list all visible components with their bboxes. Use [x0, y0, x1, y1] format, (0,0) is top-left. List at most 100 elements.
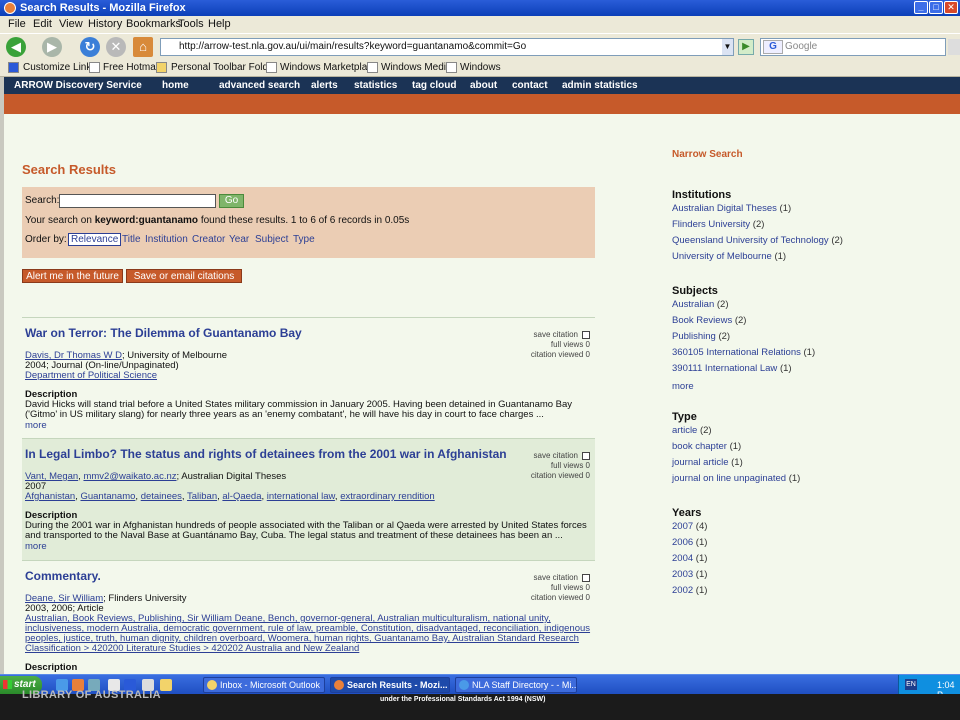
bookmark-windows-media[interactable]: Windows Media: [381, 62, 452, 73]
nav-about[interactable]: about: [470, 80, 497, 91]
result-title[interactable]: Commentary.: [25, 569, 101, 583]
subject-links[interactable]: Australian, Book Reviews, Publishing, Si…: [25, 613, 590, 654]
facet-item[interactable]: 2006 (1): [672, 537, 707, 548]
stop-icon[interactable]: ✕: [106, 37, 126, 57]
facet-item[interactable]: article (2): [672, 425, 712, 436]
order-type[interactable]: Type: [293, 234, 315, 245]
order-institution[interactable]: Institution: [145, 234, 188, 245]
bookmark-free-hotmail[interactable]: Free Hotmail: [103, 62, 160, 73]
subject-link[interactable]: Taliban: [187, 491, 217, 502]
subject-link[interactable]: international law: [267, 491, 335, 502]
home-icon[interactable]: ⌂: [133, 37, 153, 57]
minimize-button[interactable]: _: [914, 1, 928, 14]
bookmark-windows-marketplace[interactable]: Windows Marketplace: [280, 62, 378, 73]
address-bar[interactable]: http://arrow-test.nla.gov.au/ui/main/res…: [160, 38, 734, 56]
order-creator[interactable]: Creator: [192, 234, 225, 245]
chevron-down-icon[interactable]: ▼: [722, 39, 733, 55]
menu-help[interactable]: Help: [208, 18, 231, 30]
facet-item[interactable]: 360105 International Relations (1): [672, 347, 815, 358]
order-subject[interactable]: Subject: [255, 234, 288, 245]
facet-item[interactable]: 2007 (4): [672, 521, 707, 532]
menu-file[interactable]: File: [8, 18, 26, 30]
subject-link[interactable]: Department of Political Science: [25, 370, 157, 381]
task-nla-staff-directory[interactable]: NLA Staff Directory - - Mi...: [455, 677, 577, 693]
save-citation-checkbox[interactable]: [582, 573, 590, 582]
menu-bookmarks[interactable]: Bookmarks: [126, 18, 181, 30]
facet-item[interactable]: 2003 (1): [672, 569, 707, 580]
back-icon[interactable]: ◀: [6, 37, 26, 57]
facet-item[interactable]: 2004 (1): [672, 553, 707, 564]
facet-item[interactable]: journal on line unpaginated (1): [672, 473, 800, 484]
facet-item[interactable]: Queensland University of Technology (2): [672, 235, 843, 246]
bookmark-windows[interactable]: Windows: [460, 62, 501, 73]
order-title[interactable]: Title: [122, 234, 141, 245]
nav-contact[interactable]: contact: [512, 80, 548, 91]
facet-label[interactable]: journal article: [672, 457, 729, 468]
google-icon[interactable]: G: [763, 40, 783, 54]
facet-item[interactable]: 390111 International Law (1): [672, 363, 792, 374]
facet-item[interactable]: Book Reviews (2): [672, 315, 746, 326]
facet-item[interactable]: Australian Digital Theses (1): [672, 203, 791, 214]
result-title[interactable]: In Legal Limbo? The status and rights of…: [25, 447, 507, 461]
result-title[interactable]: War on Terror: The Dilemma of Guantanamo…: [25, 326, 302, 340]
facet-item[interactable]: Australian (2): [672, 299, 729, 310]
folder-icon[interactable]: [160, 679, 172, 691]
facet-label[interactable]: 390111 International Law: [672, 363, 777, 374]
facet-item[interactable]: Publishing (2): [672, 331, 730, 342]
facet-item[interactable]: University of Melbourne (1): [672, 251, 786, 262]
subject-link[interactable]: Guantanamo: [80, 491, 135, 502]
subject-link[interactable]: detainees: [141, 491, 182, 502]
subject-link[interactable]: al-Qaeda: [222, 491, 261, 502]
nav-admin-statistics[interactable]: admin statistics: [562, 80, 638, 91]
forward-icon[interactable]: ▶: [42, 37, 62, 57]
language-indicator[interactable]: EN: [905, 679, 917, 690]
go-arrow-icon[interactable]: ▶: [738, 39, 754, 55]
facet-label[interactable]: 2007: [672, 521, 693, 532]
facet-item[interactable]: book chapter (1): [672, 441, 741, 452]
nav-tag-cloud[interactable]: tag cloud: [412, 80, 456, 91]
bookmark-customize-links[interactable]: Customize Links: [23, 62, 96, 73]
facet-label[interactable]: Australian: [672, 299, 714, 310]
order-relevance[interactable]: Relevance: [68, 233, 122, 246]
nav-advanced-search[interactable]: advanced search: [219, 80, 300, 91]
search-input[interactable]: [59, 194, 216, 208]
menu-view[interactable]: View: [59, 18, 83, 30]
save-citation-checkbox[interactable]: [582, 451, 590, 460]
menu-edit[interactable]: Edit: [33, 18, 52, 30]
facet-label[interactable]: Queensland University of Technology: [672, 235, 829, 246]
maximize-button[interactable]: □: [929, 1, 943, 14]
nav-statistics[interactable]: statistics: [354, 80, 397, 91]
facet-label[interactable]: Australian Digital Theses: [672, 203, 777, 214]
nav-alerts[interactable]: alerts: [311, 80, 338, 91]
menu-history[interactable]: History: [88, 18, 122, 30]
menu-tools[interactable]: Tools: [178, 18, 204, 30]
facet-label[interactable]: Publishing: [672, 331, 716, 342]
facet-label[interactable]: 2006: [672, 537, 693, 548]
subjects-more-link[interactable]: more: [672, 381, 694, 392]
facet-label[interactable]: University of Melbourne: [672, 251, 772, 262]
close-button[interactable]: ✕: [944, 1, 958, 14]
reload-icon[interactable]: ↻: [80, 37, 100, 57]
more-link[interactable]: more: [25, 420, 47, 431]
save-citations-button[interactable]: Save or email citations: [126, 269, 242, 283]
bookmark-personal-toolbar-folder[interactable]: Personal Toolbar Folder: [171, 62, 277, 73]
facet-label[interactable]: 2004: [672, 553, 693, 564]
facet-label[interactable]: 2002: [672, 585, 693, 596]
search-engine-box[interactable]: G Google: [760, 38, 946, 56]
more-link[interactable]: more: [25, 541, 47, 552]
facet-item[interactable]: 2002 (1): [672, 585, 707, 596]
subject-link[interactable]: Afghanistan: [25, 491, 75, 502]
order-year[interactable]: Year: [229, 234, 249, 245]
search-button[interactable]: [948, 39, 960, 55]
alert-me-button[interactable]: Alert me in the future: [22, 269, 123, 283]
save-citation-checkbox[interactable]: [582, 330, 590, 339]
task-search-results[interactable]: Search Results - Mozi...: [330, 677, 450, 693]
subject-link[interactable]: extraordinary rendition: [340, 491, 435, 502]
go-button[interactable]: Go: [219, 194, 244, 208]
facet-label[interactable]: journal on line unpaginated: [672, 473, 786, 484]
task-outlook[interactable]: Inbox - Microsoft Outlook: [203, 677, 325, 693]
facet-item[interactable]: Flinders University (2): [672, 219, 764, 230]
author-email-link[interactable]: mmv2@waikato.ac.nz: [83, 471, 176, 482]
site-brand[interactable]: ARROW Discovery Service: [14, 80, 142, 91]
facet-label[interactable]: 2003: [672, 569, 693, 580]
